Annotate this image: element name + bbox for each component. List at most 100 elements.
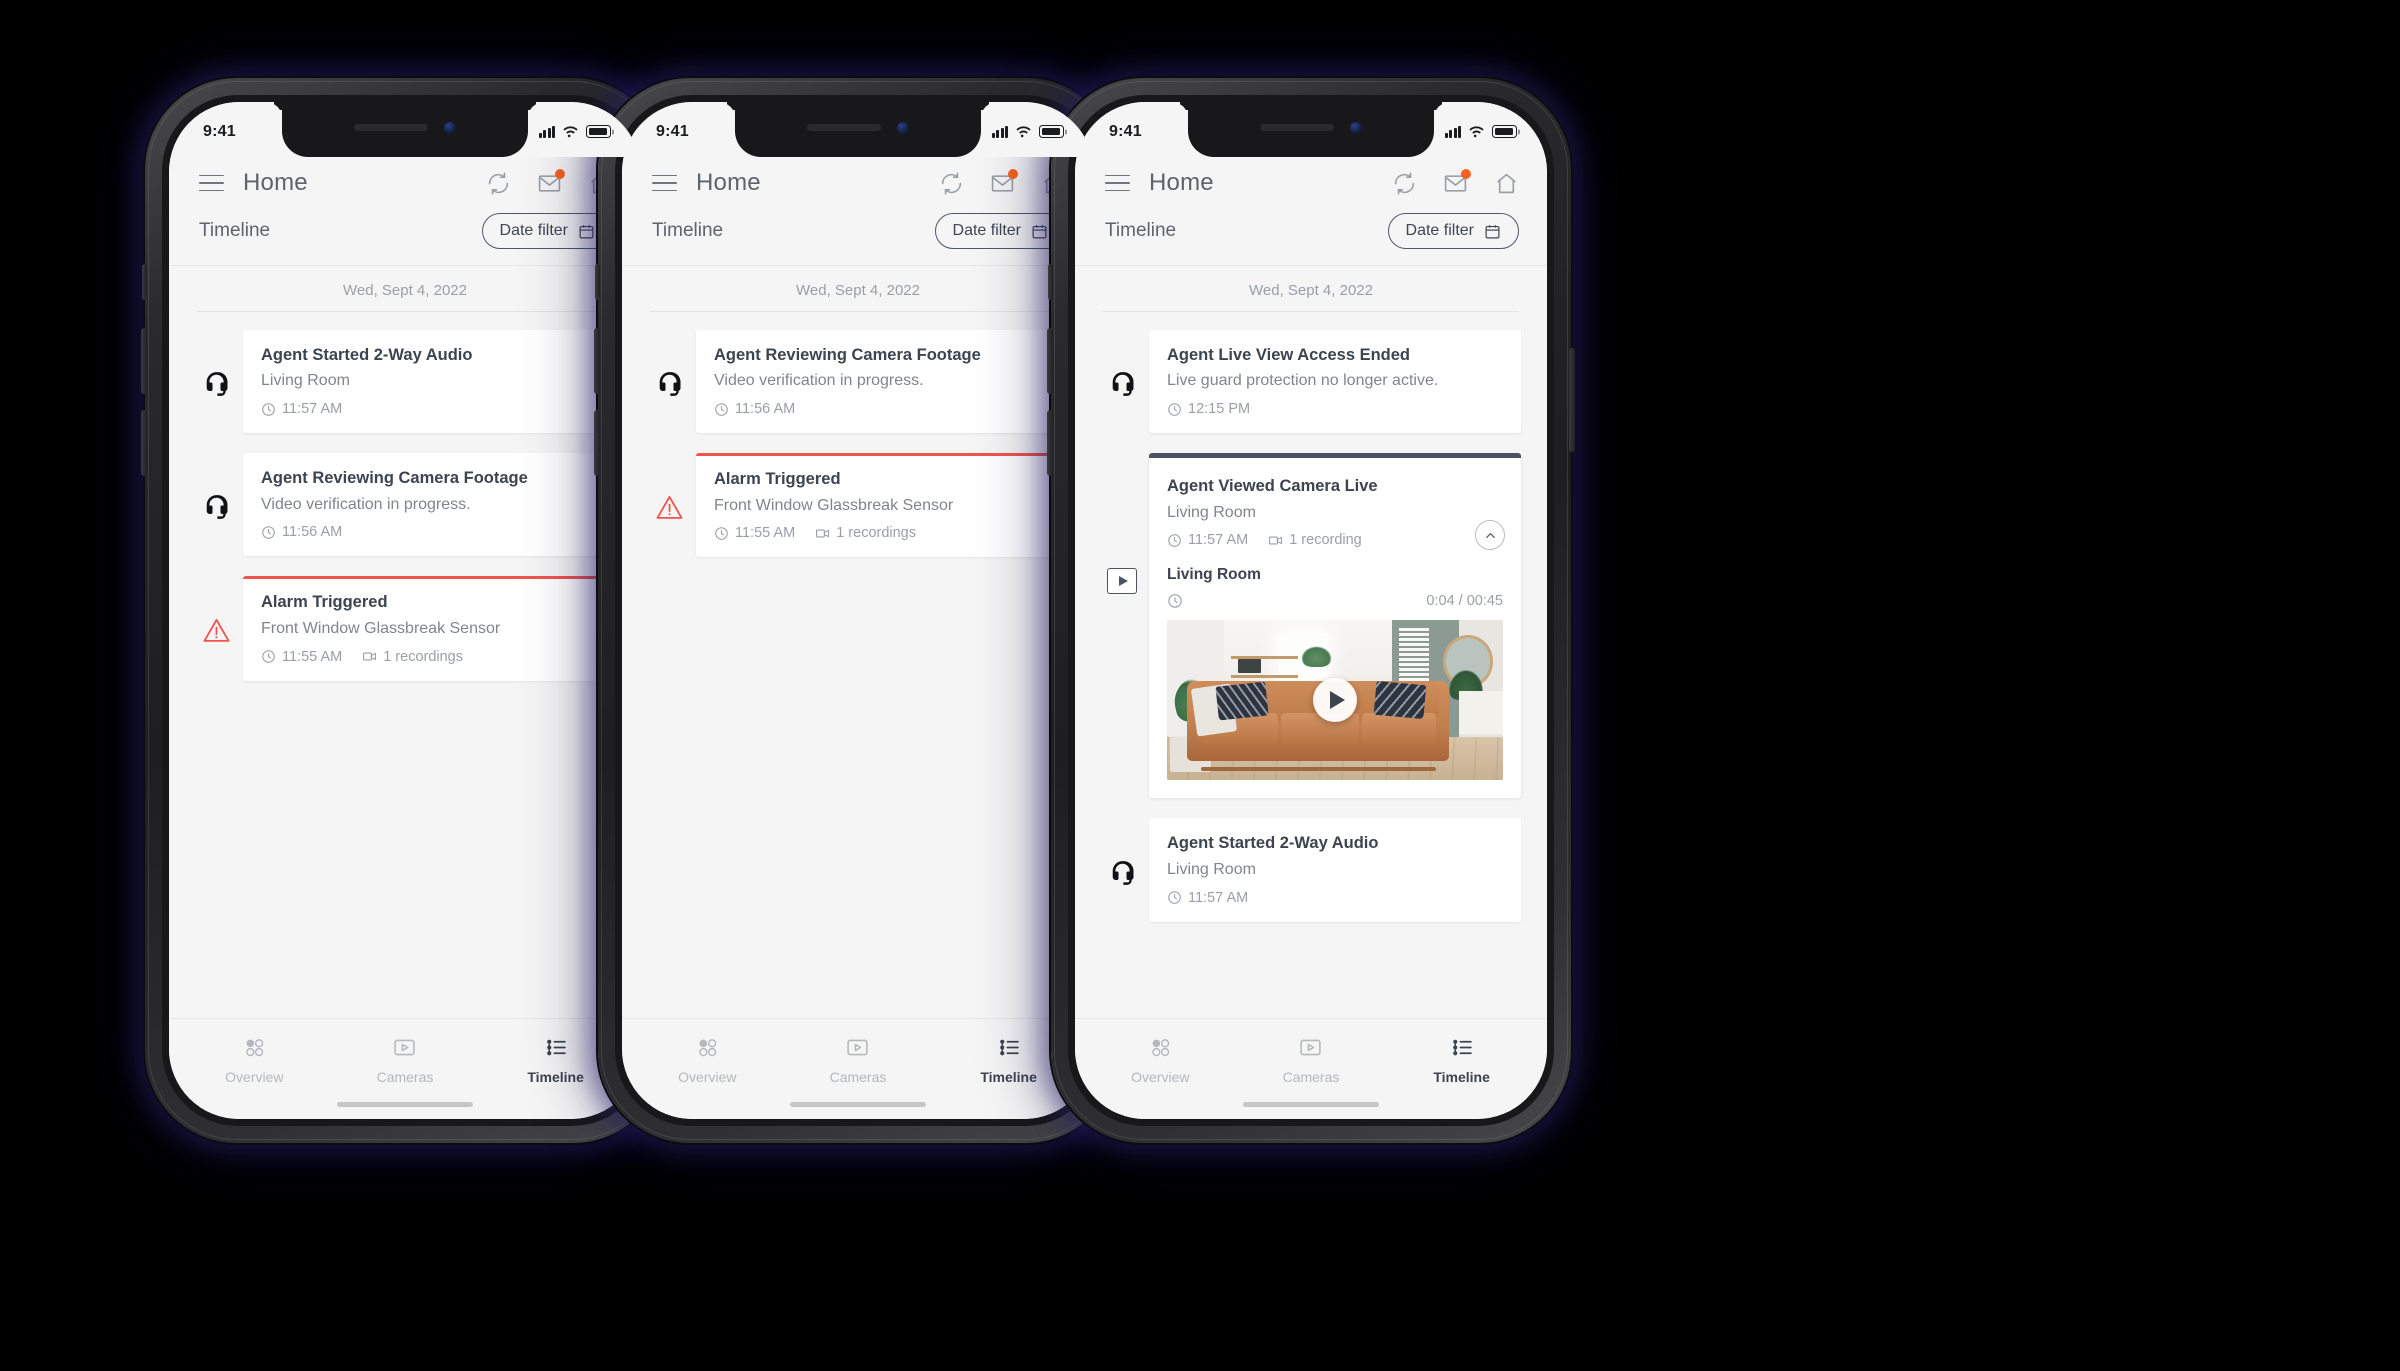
date-filter-label: Date filter <box>952 222 1021 239</box>
battery-icon <box>586 125 611 138</box>
timeline-event-card-expanded[interactable]: Agent Viewed Camera Live Living Room 11:… <box>1149 453 1521 799</box>
silent-switch[interactable] <box>595 264 600 300</box>
timeline-event-card-alarm[interactable]: Alarm Triggered Front Window Glassbreak … <box>696 453 1068 558</box>
timeline-event-card[interactable]: Agent Live View Access Ended Live guard … <box>1149 330 1521 434</box>
silent-switch[interactable] <box>1048 264 1053 300</box>
nav-label-overview: Overview <box>678 1069 737 1085</box>
signal-icon <box>538 125 555 138</box>
timeline-event-card[interactable]: Agent Started 2-Way Audio Living Room 11… <box>1149 818 1521 922</box>
date-header: Wed, Sept 4, 2022 <box>343 282 467 299</box>
refresh-icon[interactable] <box>486 171 511 196</box>
timeline-event-card-alarm[interactable]: Alarm Triggered Front Window Glassbreak … <box>243 576 615 681</box>
timeline-event-card[interactable]: Agent Reviewing Camera Footage Video ver… <box>696 330 1068 434</box>
nav-item-cameras[interactable]: Cameras <box>1236 1035 1385 1085</box>
volume-down-button[interactable] <box>141 410 147 476</box>
notch <box>735 102 981 157</box>
event-meta: 11:57 AM <box>1167 890 1503 906</box>
nav-item-cameras[interactable]: Cameras <box>330 1035 479 1085</box>
refresh-icon[interactable] <box>939 171 964 196</box>
status-time: 9:41 <box>1109 122 1142 140</box>
volume-down-button[interactable] <box>1047 410 1053 476</box>
event-title: Alarm Triggered <box>714 470 841 489</box>
event-meta: 12:15 PM <box>1167 401 1503 417</box>
timeline-event-row-expanded[interactable]: Agent Viewed Camera Live Living Room 11:… <box>1075 453 1547 799</box>
thumb-pillow <box>1373 680 1428 719</box>
calendar-icon <box>1032 224 1047 238</box>
mail-icon[interactable] <box>1443 168 1471 196</box>
date-filter-button[interactable]: Date filter <box>1387 213 1519 249</box>
timeline-event-row[interactable]: Agent Reviewing Camera Footage Video ver… <box>622 330 1094 434</box>
event-meta: 11:56 AM <box>261 524 597 540</box>
video-thumbnail[interactable] <box>1167 620 1503 781</box>
date-divider <box>650 311 1066 312</box>
menu-icon[interactable] <box>1105 174 1130 192</box>
nav-item-overview[interactable]: Overview <box>180 1035 329 1085</box>
page-title: Home <box>696 169 761 196</box>
headset-icon <box>1095 330 1149 433</box>
date-filter-button[interactable]: Date filter <box>481 213 613 249</box>
nav-item-cameras[interactable]: Cameras <box>783 1035 932 1085</box>
event-recordings: 1 recordings <box>362 649 463 665</box>
event-time: 11:55 AM <box>261 649 342 665</box>
nav-item-overview[interactable]: Overview <box>1086 1035 1235 1085</box>
clock-icon <box>262 402 275 416</box>
timeline-event-row[interactable]: Agent Started 2-Way Audio Living Room 11… <box>169 330 641 434</box>
event-time: 11:56 AM <box>714 401 795 417</box>
home-icon[interactable] <box>1494 171 1519 196</box>
nav-label-timeline: Timeline <box>527 1069 584 1085</box>
play-box-icon[interactable] <box>1107 568 1137 595</box>
event-title: Agent Viewed Camera Live <box>1167 477 1378 496</box>
timeline-event-row[interactable]: Agent Reviewing Camera Footage Video ver… <box>169 453 641 557</box>
expanded-gutter <box>1095 453 1149 798</box>
nav-item-timeline[interactable]: Timeline <box>1387 1035 1536 1085</box>
event-time: 11:57 AM <box>1167 532 1248 548</box>
timeline-event-row[interactable]: Alarm Triggered Front Window Glassbreak … <box>169 576 641 681</box>
section-title: Timeline <box>1105 220 1177 241</box>
refresh-icon[interactable] <box>1392 171 1417 196</box>
timeline-event-row[interactable]: Agent Live View Access Ended Live guard … <box>1075 330 1547 434</box>
nav-item-overview[interactable]: Overview <box>633 1035 782 1085</box>
headset-icon <box>1095 818 1149 921</box>
timeline-list-2[interactable]: Wed, Sept 4, 2022 Agent Reviewing Camera… <box>622 266 1094 1018</box>
event-title: Agent Reviewing Camera Footage <box>714 346 981 364</box>
date-filter-button[interactable]: Date filter <box>934 213 1066 249</box>
app-header: Home <box>1075 157 1547 207</box>
timeline-event-card[interactable]: Agent Reviewing Camera Footage Video ver… <box>243 453 615 557</box>
volume-up-button[interactable] <box>594 328 600 394</box>
alarm-triangle-icon <box>189 576 243 680</box>
calendar-icon <box>1485 224 1500 238</box>
menu-icon[interactable] <box>652 174 677 192</box>
timeline-event-row[interactable]: Alarm Triggered Front Window Glassbreak … <box>622 453 1094 558</box>
phone-bezel: 9:41 Home Timeline Date filter Wed, Sept… <box>615 95 1101 1126</box>
event-subtitle: Live guard protection no longer active. <box>1167 372 1439 390</box>
timeline-event-row[interactable]: Agent Started 2-Way Audio Living Room 11… <box>1075 818 1547 922</box>
mail-icon[interactable] <box>537 168 565 196</box>
event-time: 11:57 AM <box>1167 890 1248 906</box>
timeline-list-3[interactable]: Wed, Sept 4, 2022 Agent Live View Access… <box>1075 266 1547 1018</box>
page-title: Home <box>243 169 308 196</box>
mail-icon[interactable] <box>990 168 1018 196</box>
timeline-list-1[interactable]: Wed, Sept 4, 2022 Agent Started 2-Way Au… <box>169 266 641 1018</box>
menu-icon[interactable] <box>199 174 224 192</box>
nav-label-cameras: Cameras <box>829 1069 887 1085</box>
earpiece-speaker <box>1260 124 1334 131</box>
event-recordings-label: 1 recording <box>1289 532 1362 549</box>
phone-bezel: 9:41 Home Timeline Date filter Wed, Sept… <box>1068 95 1554 1126</box>
volume-up-button[interactable] <box>1047 328 1053 394</box>
volume-down-button[interactable] <box>594 410 600 476</box>
notch <box>1188 102 1434 157</box>
expanded-card-header: Agent Viewed Camera Live Living Room 11:… <box>1149 458 1521 562</box>
power-button[interactable] <box>1569 348 1575 452</box>
status-time: 9:41 <box>203 122 236 140</box>
video-camera-icon <box>1269 536 1283 545</box>
home-indicator <box>790 1102 926 1107</box>
nav-label-timeline: Timeline <box>1433 1069 1490 1085</box>
notch <box>282 102 528 157</box>
volume-up-button[interactable] <box>141 328 147 394</box>
thumb-plant <box>1301 646 1332 667</box>
section-title: Timeline <box>652 220 724 241</box>
play-button[interactable] <box>1313 678 1357 723</box>
timeline-event-card[interactable]: Agent Started 2-Way Audio Living Room 11… <box>243 330 615 434</box>
silent-switch[interactable] <box>142 264 147 300</box>
event-recordings: 1 recording <box>1268 532 1362 548</box>
